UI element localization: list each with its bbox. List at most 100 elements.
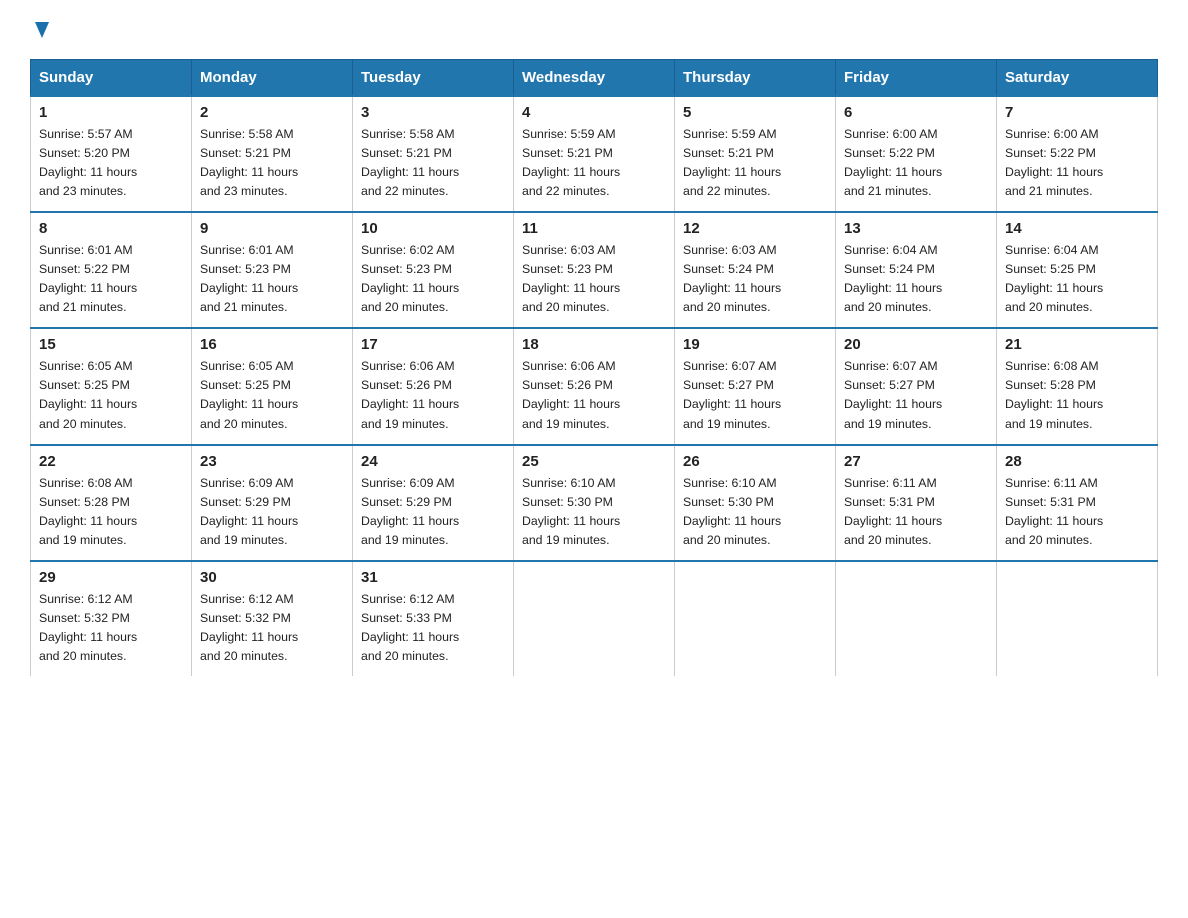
- day-number: 4: [522, 104, 666, 121]
- calendar-cell: 5 Sunrise: 5:59 AMSunset: 5:21 PMDaylight…: [675, 96, 836, 212]
- calendar-cell: [514, 561, 675, 676]
- day-info: Sunrise: 6:12 AMSunset: 5:32 PMDaylight:…: [39, 590, 183, 666]
- day-info: Sunrise: 6:05 AMSunset: 5:25 PMDaylight:…: [39, 357, 183, 433]
- day-number: 19: [683, 336, 827, 353]
- day-info: Sunrise: 6:03 AMSunset: 5:23 PMDaylight:…: [522, 241, 666, 317]
- calendar-cell: 4 Sunrise: 5:59 AMSunset: 5:21 PMDaylight…: [514, 96, 675, 212]
- day-info: Sunrise: 6:12 AMSunset: 5:33 PMDaylight:…: [361, 590, 505, 666]
- day-info: Sunrise: 6:00 AMSunset: 5:22 PMDaylight:…: [844, 125, 988, 201]
- day-number: 17: [361, 336, 505, 353]
- calendar-cell: 15 Sunrise: 6:05 AMSunset: 5:25 PMDayligh…: [31, 328, 192, 444]
- calendar-cell: 13 Sunrise: 6:04 AMSunset: 5:24 PMDayligh…: [836, 212, 997, 328]
- calendar-cell: [675, 561, 836, 676]
- calendar-cell: 19 Sunrise: 6:07 AMSunset: 5:27 PMDayligh…: [675, 328, 836, 444]
- day-number: 10: [361, 220, 505, 237]
- calendar-cell: 28 Sunrise: 6:11 AMSunset: 5:31 PMDayligh…: [997, 445, 1158, 561]
- day-number: 30: [200, 569, 344, 586]
- day-header-sunday: Sunday: [31, 60, 192, 97]
- day-header-monday: Monday: [192, 60, 353, 97]
- day-info: Sunrise: 6:01 AMSunset: 5:23 PMDaylight:…: [200, 241, 344, 317]
- day-number: 13: [844, 220, 988, 237]
- calendar-table: SundayMondayTuesdayWednesdayThursdayFrid…: [30, 59, 1158, 676]
- day-number: 12: [683, 220, 827, 237]
- calendar-cell: [836, 561, 997, 676]
- day-number: 28: [1005, 453, 1149, 470]
- day-info: Sunrise: 6:07 AMSunset: 5:27 PMDaylight:…: [683, 357, 827, 433]
- calendar-cell: 24 Sunrise: 6:09 AMSunset: 5:29 PMDayligh…: [353, 445, 514, 561]
- day-header-thursday: Thursday: [675, 60, 836, 97]
- calendar-cell: 17 Sunrise: 6:06 AMSunset: 5:26 PMDayligh…: [353, 328, 514, 444]
- calendar-cell: 29 Sunrise: 6:12 AMSunset: 5:32 PMDayligh…: [31, 561, 192, 676]
- day-number: 8: [39, 220, 183, 237]
- calendar-cell: 3Sunrise: 5:58 AMSunset: 5:21 PMDaylight…: [353, 96, 514, 212]
- day-number: 31: [361, 569, 505, 586]
- day-info: Sunrise: 5:58 AMSunset: 5:21 PMDaylight:…: [200, 125, 344, 201]
- calendar-cell: 27Sunrise: 6:11 AMSunset: 5:31 PMDayligh…: [836, 445, 997, 561]
- day-number: 29: [39, 569, 183, 586]
- day-info: Sunrise: 6:09 AMSunset: 5:29 PMDaylight:…: [200, 474, 344, 550]
- calendar-cell: 10Sunrise: 6:02 AMSunset: 5:23 PMDayligh…: [353, 212, 514, 328]
- day-info: Sunrise: 5:57 AMSunset: 5:20 PMDaylight:…: [39, 125, 183, 201]
- day-info: Sunrise: 6:09 AMSunset: 5:29 PMDaylight:…: [361, 474, 505, 550]
- day-number: 21: [1005, 336, 1149, 353]
- day-info: Sunrise: 6:08 AMSunset: 5:28 PMDaylight:…: [1005, 357, 1149, 433]
- day-number: 5: [683, 104, 827, 121]
- calendar-week-2: 8 Sunrise: 6:01 AMSunset: 5:22 PMDaylight…: [31, 212, 1158, 328]
- calendar-cell: 25 Sunrise: 6:10 AMSunset: 5:30 PMDayligh…: [514, 445, 675, 561]
- day-info: Sunrise: 6:10 AMSunset: 5:30 PMDaylight:…: [683, 474, 827, 550]
- day-number: 25: [522, 453, 666, 470]
- day-info: Sunrise: 6:11 AMSunset: 5:31 PMDaylight:…: [1005, 474, 1149, 550]
- calendar-cell: 23Sunrise: 6:09 AMSunset: 5:29 PMDayligh…: [192, 445, 353, 561]
- day-number: 24: [361, 453, 505, 470]
- calendar-cell: 18Sunrise: 6:06 AMSunset: 5:26 PMDayligh…: [514, 328, 675, 444]
- calendar-cell: 8 Sunrise: 6:01 AMSunset: 5:22 PMDaylight…: [31, 212, 192, 328]
- day-info: Sunrise: 6:06 AMSunset: 5:26 PMDaylight:…: [522, 357, 666, 433]
- day-number: 9: [200, 220, 344, 237]
- day-info: Sunrise: 6:08 AMSunset: 5:28 PMDaylight:…: [39, 474, 183, 550]
- day-info: Sunrise: 6:01 AMSunset: 5:22 PMDaylight:…: [39, 241, 183, 317]
- day-number: 16: [200, 336, 344, 353]
- day-header-wednesday: Wednesday: [514, 60, 675, 97]
- calendar-cell: 22Sunrise: 6:08 AMSunset: 5:28 PMDayligh…: [31, 445, 192, 561]
- calendar-cell: [997, 561, 1158, 676]
- day-info: Sunrise: 6:00 AMSunset: 5:22 PMDaylight:…: [1005, 125, 1149, 201]
- calendar-cell: 14Sunrise: 6:04 AMSunset: 5:25 PMDayligh…: [997, 212, 1158, 328]
- calendar-cell: 9 Sunrise: 6:01 AMSunset: 5:23 PMDaylight…: [192, 212, 353, 328]
- day-header-tuesday: Tuesday: [353, 60, 514, 97]
- calendar-week-5: 29 Sunrise: 6:12 AMSunset: 5:32 PMDayligh…: [31, 561, 1158, 676]
- calendar-cell: 2 Sunrise: 5:58 AMSunset: 5:21 PMDaylight…: [192, 96, 353, 212]
- calendar-week-4: 22Sunrise: 6:08 AMSunset: 5:28 PMDayligh…: [31, 445, 1158, 561]
- day-info: Sunrise: 5:59 AMSunset: 5:21 PMDaylight:…: [522, 125, 666, 201]
- page-header: [30, 20, 1158, 41]
- day-info: Sunrise: 6:04 AMSunset: 5:24 PMDaylight:…: [844, 241, 988, 317]
- calendar-cell: 31 Sunrise: 6:12 AMSunset: 5:33 PMDayligh…: [353, 561, 514, 676]
- day-number: 6: [844, 104, 988, 121]
- day-info: Sunrise: 6:12 AMSunset: 5:32 PMDaylight:…: [200, 590, 344, 666]
- calendar-cell: 20 Sunrise: 6:07 AMSunset: 5:27 PMDayligh…: [836, 328, 997, 444]
- day-info: Sunrise: 6:06 AMSunset: 5:26 PMDaylight:…: [361, 357, 505, 433]
- day-number: 14: [1005, 220, 1149, 237]
- calendar-cell: 11 Sunrise: 6:03 AMSunset: 5:23 PMDayligh…: [514, 212, 675, 328]
- calendar-cell: 1 Sunrise: 5:57 AMSunset: 5:20 PMDaylight…: [31, 96, 192, 212]
- calendar-cell: 6 Sunrise: 6:00 AMSunset: 5:22 PMDaylight…: [836, 96, 997, 212]
- day-number: 11: [522, 220, 666, 237]
- day-info: Sunrise: 6:11 AMSunset: 5:31 PMDaylight:…: [844, 474, 988, 550]
- day-info: Sunrise: 6:05 AMSunset: 5:25 PMDaylight:…: [200, 357, 344, 433]
- calendar-cell: 12 Sunrise: 6:03 AMSunset: 5:24 PMDayligh…: [675, 212, 836, 328]
- calendar-cell: 26Sunrise: 6:10 AMSunset: 5:30 PMDayligh…: [675, 445, 836, 561]
- day-number: 20: [844, 336, 988, 353]
- day-number: 1: [39, 104, 183, 121]
- day-info: Sunrise: 5:58 AMSunset: 5:21 PMDaylight:…: [361, 125, 505, 201]
- calendar-cell: 7 Sunrise: 6:00 AMSunset: 5:22 PMDaylight…: [997, 96, 1158, 212]
- day-number: 15: [39, 336, 183, 353]
- day-header-saturday: Saturday: [997, 60, 1158, 97]
- day-number: 2: [200, 104, 344, 121]
- day-info: Sunrise: 6:10 AMSunset: 5:30 PMDaylight:…: [522, 474, 666, 550]
- calendar-week-3: 15 Sunrise: 6:05 AMSunset: 5:25 PMDayligh…: [31, 328, 1158, 444]
- day-info: Sunrise: 5:59 AMSunset: 5:21 PMDaylight:…: [683, 125, 827, 201]
- calendar-body: 1 Sunrise: 5:57 AMSunset: 5:20 PMDaylight…: [31, 96, 1158, 676]
- day-info: Sunrise: 6:03 AMSunset: 5:24 PMDaylight:…: [683, 241, 827, 317]
- day-number: 7: [1005, 104, 1149, 121]
- calendar-header: SundayMondayTuesdayWednesdayThursdayFrid…: [31, 60, 1158, 97]
- day-info: Sunrise: 6:07 AMSunset: 5:27 PMDaylight:…: [844, 357, 988, 433]
